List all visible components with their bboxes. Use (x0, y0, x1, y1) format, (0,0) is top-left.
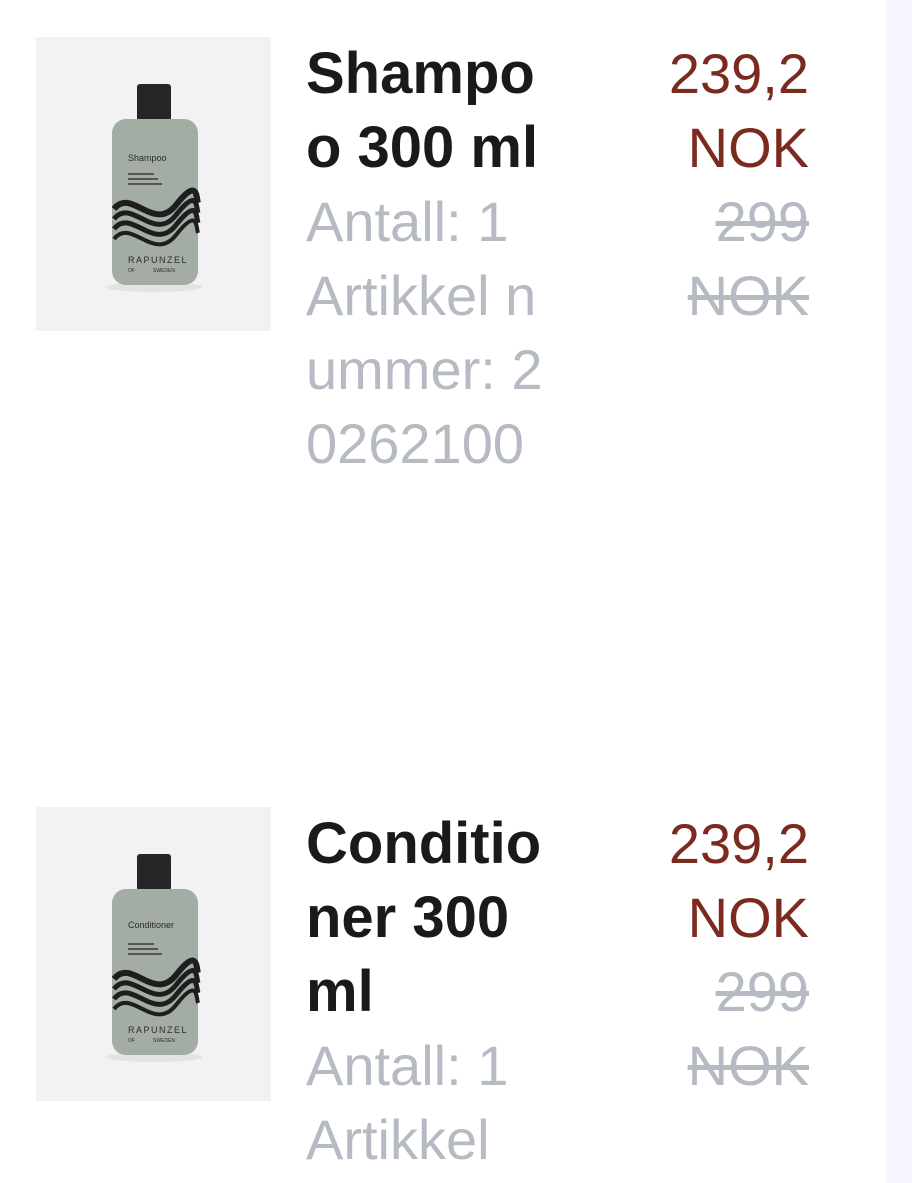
product-article-number: Artikkel nummer: 20262100 (306, 264, 543, 475)
bottle-label-line (128, 948, 158, 950)
product-article-number: Artikkel (306, 1108, 490, 1171)
bottle-label-text: Shampoo (128, 153, 167, 163)
product-name[interactable]: Conditioner 300 ml (306, 807, 546, 1029)
sale-price: 239,2 NOK (668, 812, 809, 949)
page-edge (886, 0, 912, 1183)
original-price: 299 NOK (687, 190, 809, 327)
bottle-illustration: Shampoo RAPUNZEL OF SWEDEN (106, 84, 202, 292)
product-info: Shampoo 300 ml Antall: 1 Artikkel nummer… (306, 37, 546, 481)
bottle-label-line (128, 183, 162, 185)
product-info: Conditioner 300 ml Antall: 1 Artikkel (306, 807, 546, 1177)
brand-logo-sub: OF (128, 1038, 135, 1044)
bottle-illustration: Conditioner RAPUNZEL OF SWEDEN (106, 854, 202, 1062)
sale-price: 239,2 NOK (668, 42, 809, 179)
product-image[interactable]: Conditioner RAPUNZEL OF SWEDEN (36, 807, 271, 1101)
brand-logo-sub: SWEDEN (153, 268, 175, 274)
bottle-label-line (128, 173, 154, 175)
product-quantity: Antall: 1 (306, 190, 509, 253)
brand-logo-sub: OF (128, 268, 135, 274)
product-price: 239,2 NOK 299 NOK (639, 37, 809, 333)
bottle-cap (137, 854, 171, 891)
bottle-label-line (128, 953, 162, 955)
cart-item-list: Shampoo RAPUNZEL OF SWEDEN Shampoo 300 m… (0, 0, 912, 1183)
bottle-label-line (128, 178, 158, 180)
product-price: 239,2 NOK 299 NOK (639, 807, 809, 1103)
product-quantity: Antall: 1 (306, 1034, 509, 1097)
bottle-cap (137, 84, 171, 121)
brand-logo-sub: SWEDEN (153, 1038, 175, 1044)
bottle-label-line (128, 943, 154, 945)
brand-logo-text: RAPUNZEL (128, 1025, 188, 1035)
bottle-label-text: Conditioner (128, 920, 174, 930)
product-name[interactable]: Shampoo 300 ml (306, 37, 546, 185)
original-price: 299 NOK (687, 960, 809, 1097)
product-image[interactable]: Shampoo RAPUNZEL OF SWEDEN (36, 37, 271, 331)
brand-logo-text: RAPUNZEL (128, 255, 188, 265)
